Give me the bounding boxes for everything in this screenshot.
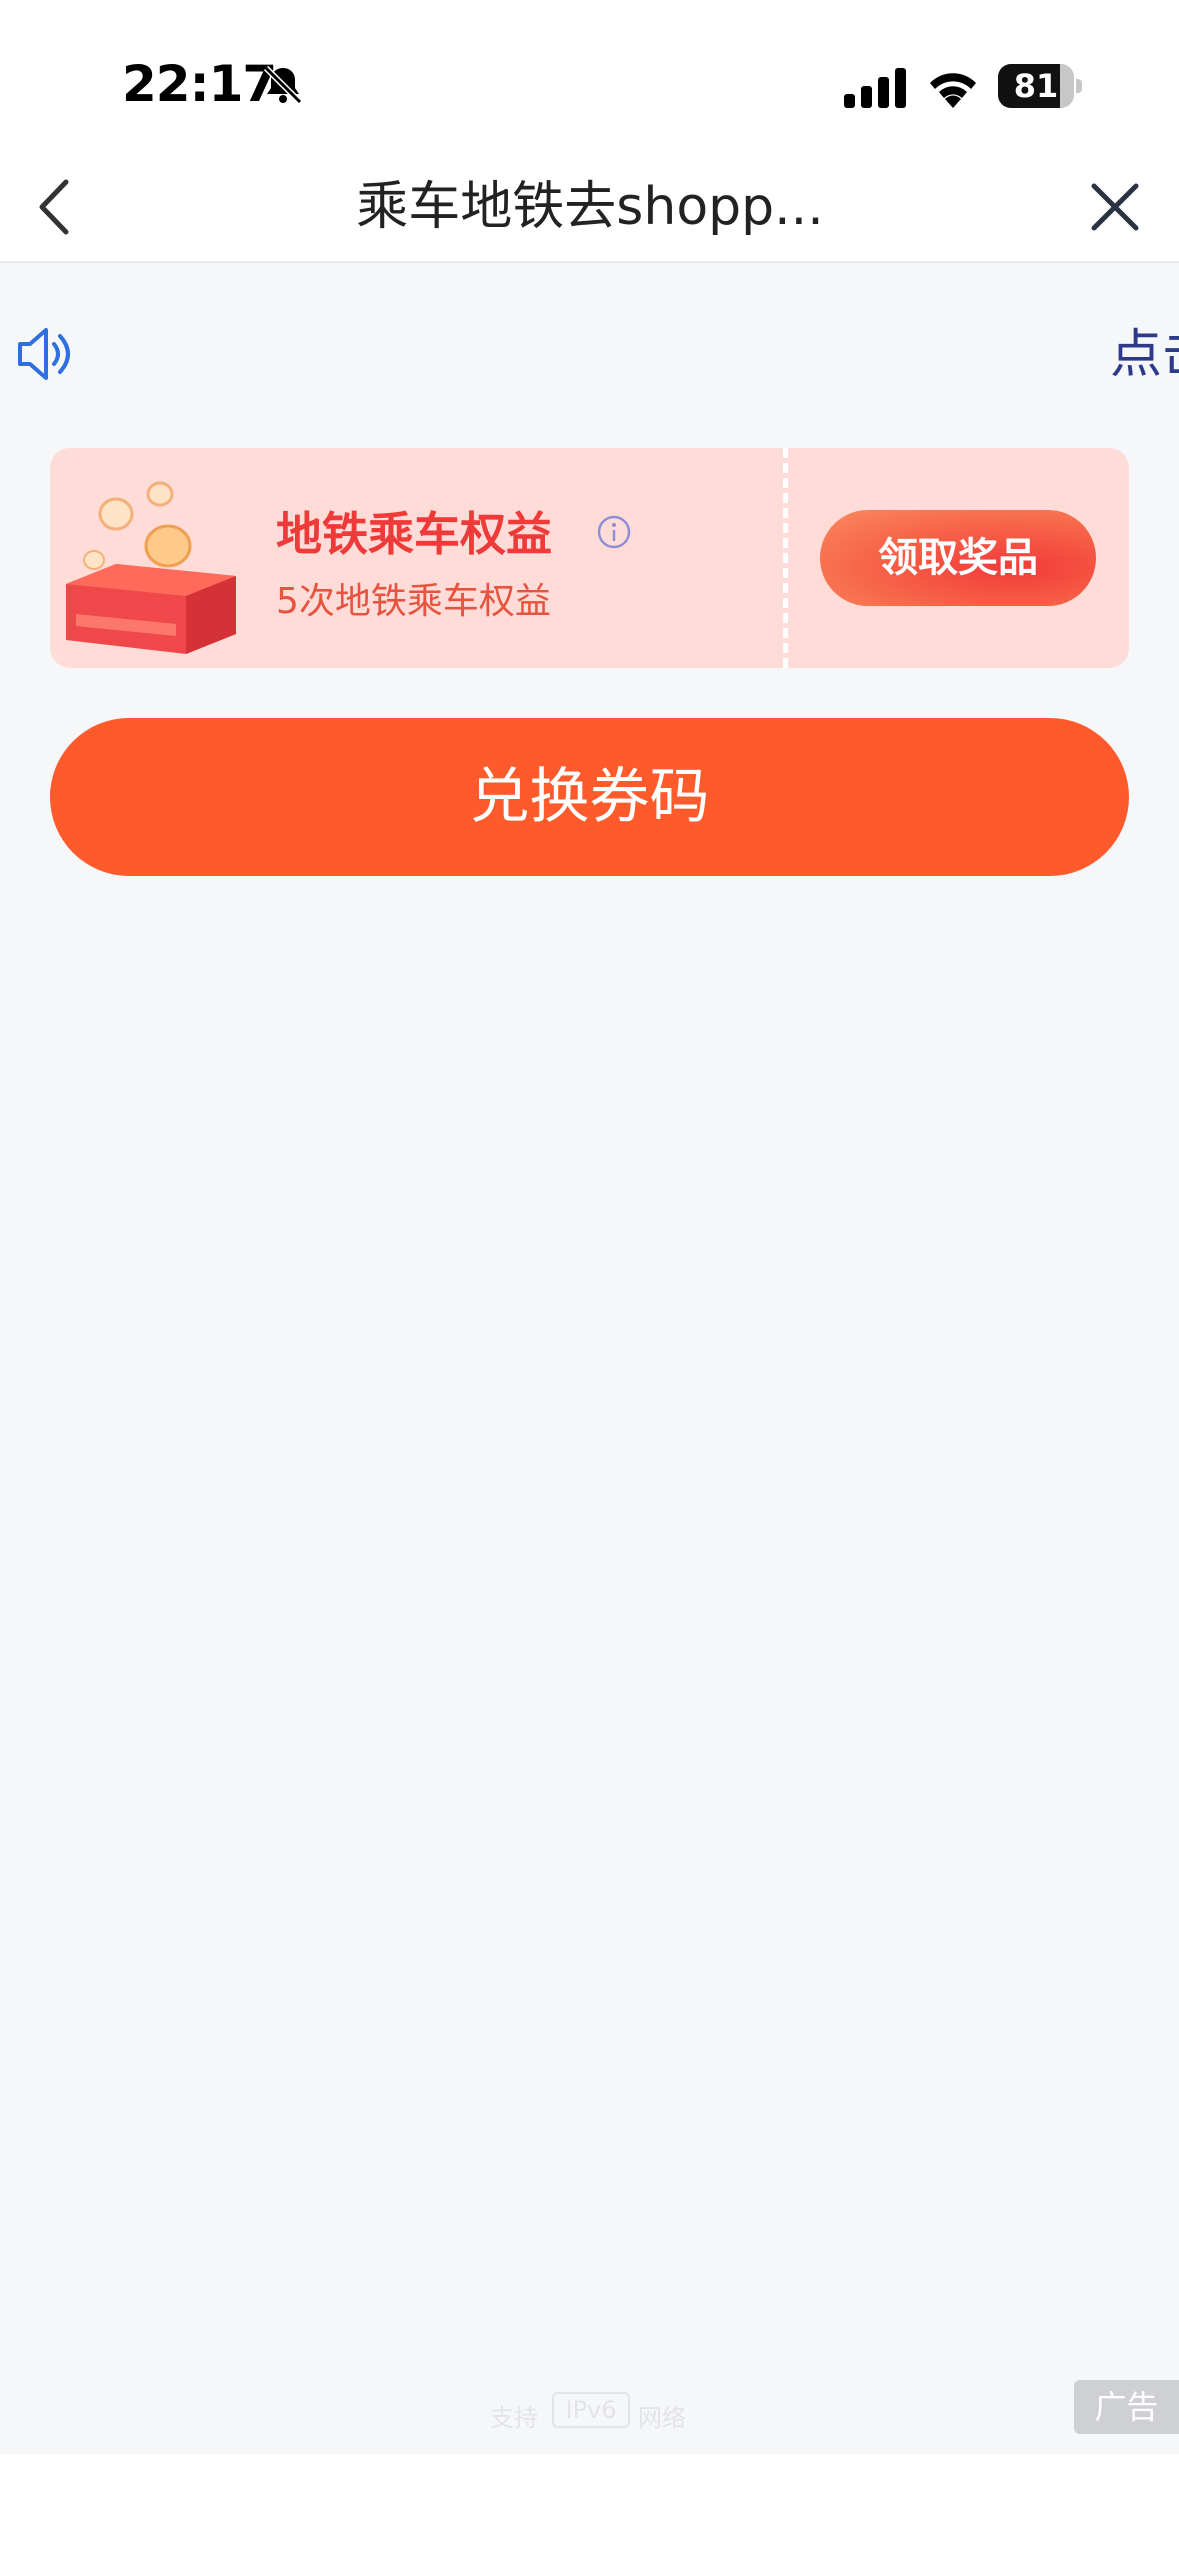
ipv6-suffix: 网络 (638, 2404, 686, 2432)
wifi-icon (930, 73, 976, 108)
notice-text[interactable]: 点击 (1110, 320, 1179, 390)
ipv6-prefix: 支持 (490, 2404, 538, 2432)
battery-icon: 81 (998, 64, 1082, 108)
status-bar: 22:17 81 (0, 0, 1179, 150)
speaker-icon (18, 328, 70, 380)
bottom-strip (0, 2454, 1179, 2556)
page-title: 乘车地铁去shopp... (356, 177, 824, 237)
dashed-divider (783, 448, 788, 668)
notice-bar[interactable]: 点击 (0, 320, 1179, 390)
ipv6-badge: IPv6 (552, 2392, 630, 2428)
ad-badge[interactable]: 广告 (1074, 2380, 1179, 2434)
nav-bar: 乘车地铁去shopp... (0, 150, 1179, 263)
chevron-left-icon[interactable] (28, 172, 88, 242)
status-time: 22:17 (122, 55, 277, 113)
reward-card: 地铁乘车权益 5次地铁乘车权益 领取奖品 (50, 448, 1129, 668)
redeem-code-button[interactable]: 兑换券码 (50, 718, 1129, 876)
reward-subtitle: 5次地铁乘车权益 (276, 581, 551, 622)
info-icon[interactable] (596, 514, 632, 550)
reward-title: 地铁乘车权益 (276, 507, 552, 561)
cellular-signal-icon (844, 68, 906, 108)
close-icon[interactable] (1080, 172, 1150, 242)
battery-level: 81 (1013, 67, 1059, 105)
claim-prize-button[interactable]: 领取奖品 (820, 510, 1096, 606)
ipv6-support-label: 支持 IPv6 网络 (490, 2390, 690, 2432)
red-wallet-coins-illustration (66, 481, 236, 654)
bell-slash-icon (263, 65, 303, 105)
